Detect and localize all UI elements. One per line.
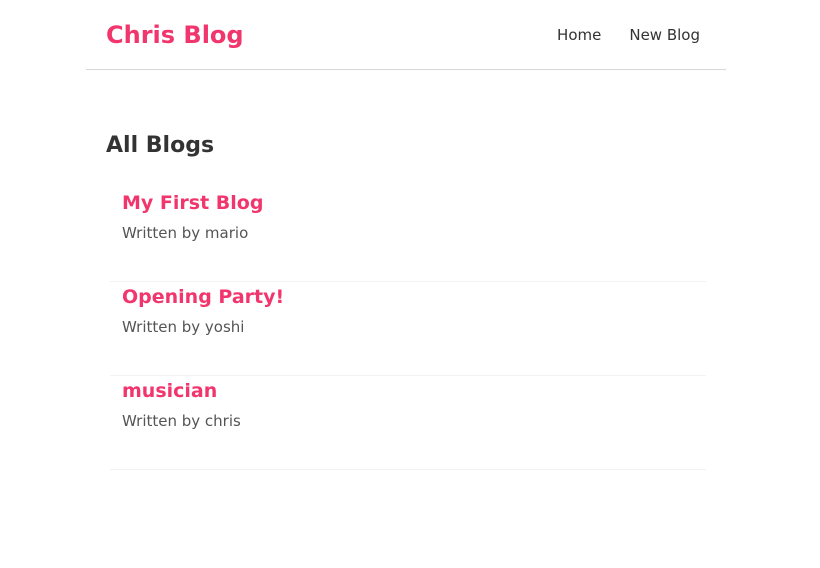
blog-preview-item[interactable]: musician Written by chris bbox=[106, 376, 706, 470]
nav-link-home[interactable]: Home bbox=[557, 24, 601, 46]
nav-link-new-blog[interactable]: New Blog bbox=[629, 24, 700, 46]
blog-preview-item[interactable]: My First Blog Written by mario bbox=[106, 188, 706, 282]
blog-title[interactable]: musician bbox=[122, 376, 690, 406]
blog-author: Written by mario bbox=[122, 224, 249, 242]
main-content: All Blogs My First Blog Written by mario… bbox=[106, 130, 706, 470]
navbar: Chris Blog Home New Blog bbox=[86, 0, 726, 70]
page: Chris Blog Home New Blog All Blogs My Fi… bbox=[0, 0, 820, 568]
blog-preview-item[interactable]: Opening Party! Written by yoshi bbox=[106, 282, 706, 376]
nav-links: Home New Blog bbox=[557, 24, 700, 46]
blog-title[interactable]: Opening Party! bbox=[122, 282, 690, 312]
brand-logo[interactable]: Chris Blog bbox=[106, 18, 244, 52]
blog-title[interactable]: My First Blog bbox=[122, 188, 690, 218]
blog-list: My First Blog Written by mario Opening P… bbox=[106, 188, 706, 470]
blog-author: Written by chris bbox=[122, 412, 241, 430]
page-title: All Blogs bbox=[106, 133, 215, 158]
blog-author: Written by yoshi bbox=[122, 318, 245, 336]
